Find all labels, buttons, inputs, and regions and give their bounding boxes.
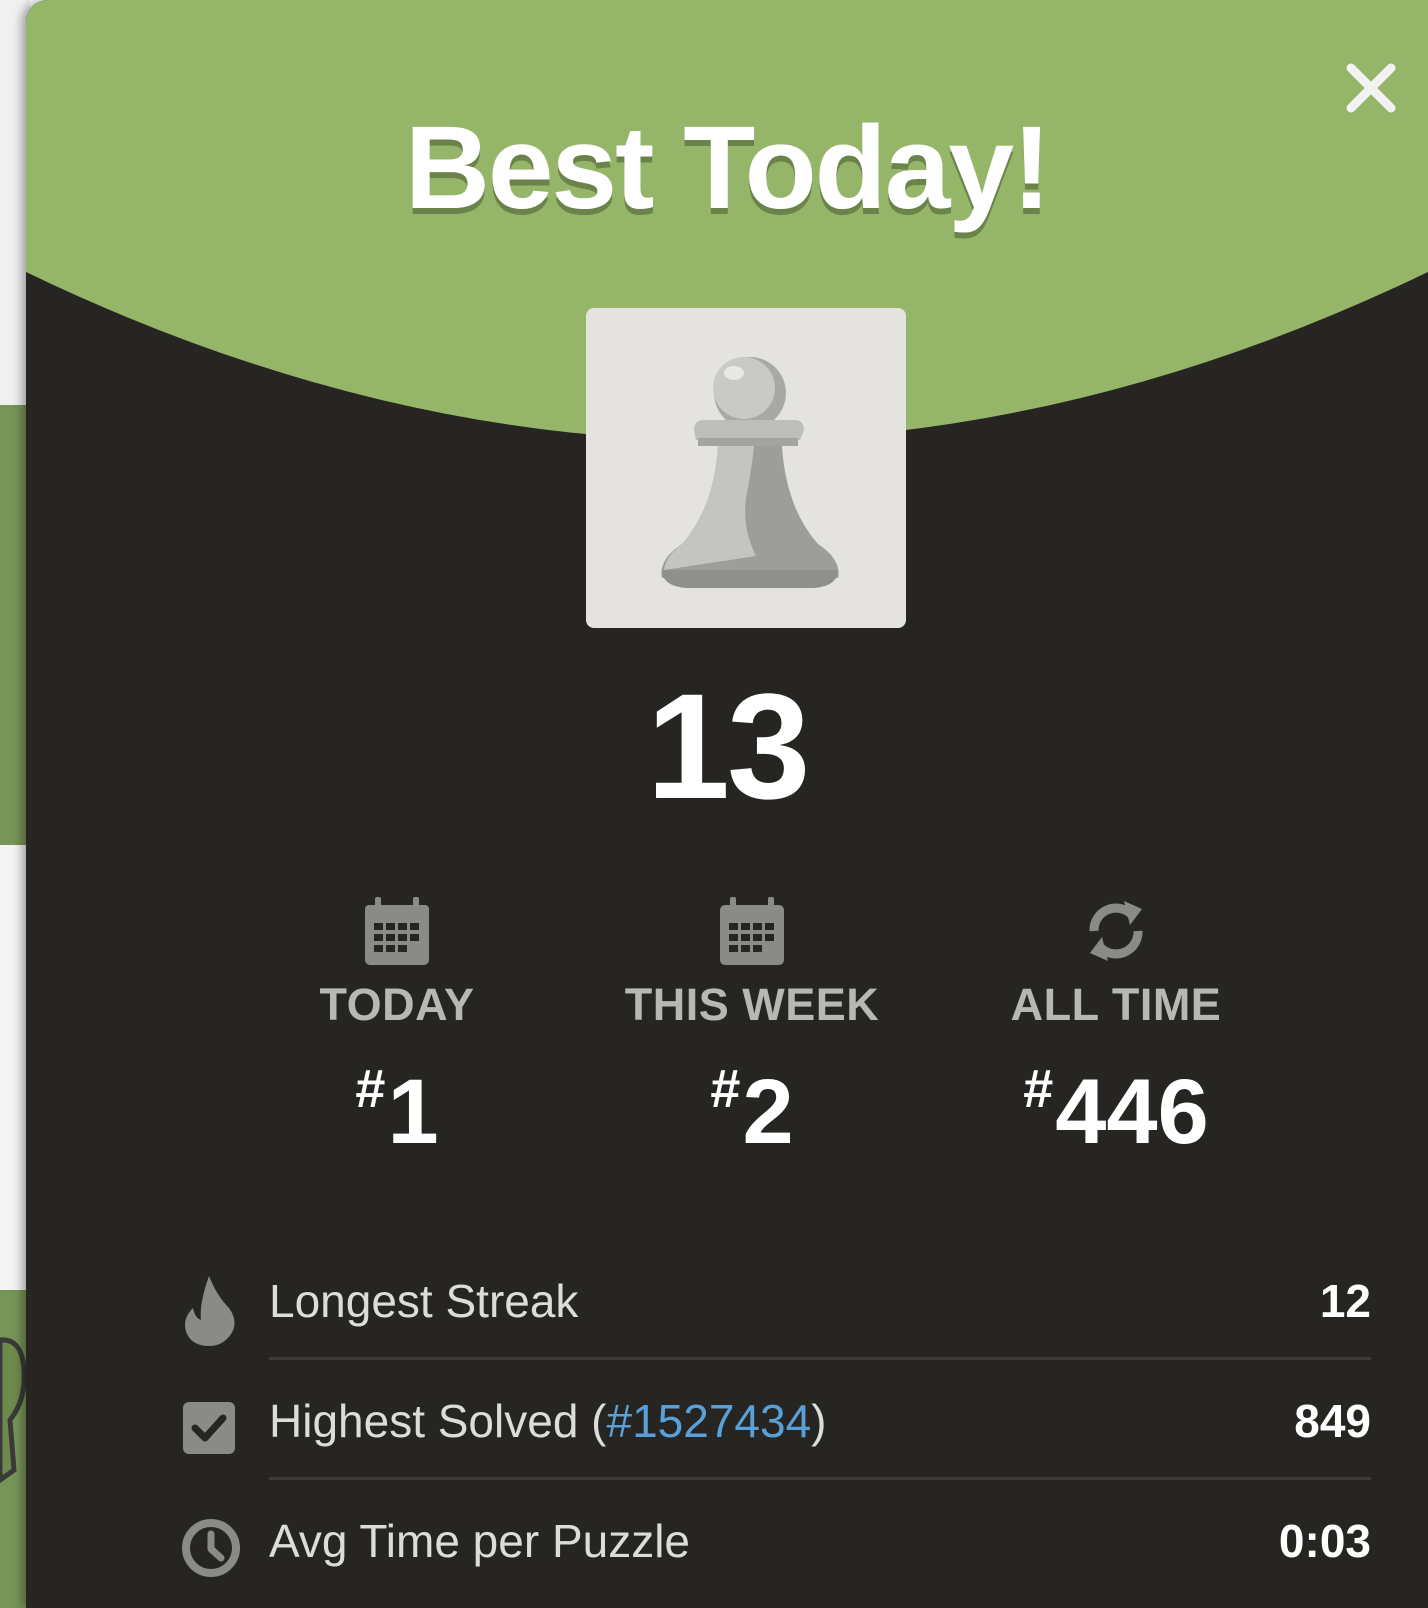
divider xyxy=(269,1477,1371,1480)
rank-this-week: THIS WEEK #2 xyxy=(582,895,922,1162)
rank-all-time: ALL TIME #446 xyxy=(946,895,1286,1162)
rank-label: ALL TIME xyxy=(1010,979,1222,1030)
stat-label: Avg Time per Puzzle xyxy=(269,1515,691,1567)
rank-value: #446 xyxy=(1023,1059,1209,1163)
stat-longest-streak: Longest Streak 12 xyxy=(161,1242,1371,1360)
rank-value: #1 xyxy=(355,1059,439,1163)
stat-value: 849 xyxy=(1294,1395,1371,1447)
pawn-icon xyxy=(661,357,839,588)
divider xyxy=(269,1357,1371,1360)
calendar-icon xyxy=(365,897,429,965)
stat-label: Highest Solved (#1527434) xyxy=(269,1395,827,1447)
close-icon[interactable] xyxy=(1341,58,1401,118)
stat-highest-solved: Highest Solved (#1527434) 849 xyxy=(161,1362,1371,1480)
stat-value: 0:03 xyxy=(1278,1515,1371,1567)
rank-today: TODAY #1 xyxy=(227,895,567,1162)
rank-value: #2 xyxy=(710,1059,794,1163)
stat-avg-time: Avg Time per Puzzle 0:03 xyxy=(161,1482,1371,1600)
puzzle-score: 13 xyxy=(646,662,811,830)
calendar-icon xyxy=(720,897,784,965)
clock-icon xyxy=(182,1519,240,1577)
modal-title: Best Today! xyxy=(404,102,1052,234)
checkbox-icon xyxy=(183,1402,235,1454)
pawn-avatar xyxy=(586,308,906,628)
refresh-icon xyxy=(1089,901,1143,961)
rank-label: THIS WEEK xyxy=(624,979,880,1030)
puzzle-result-modal: Best Today! 13 TODAY #1 THIS WEEK #2 ALL… xyxy=(26,0,1428,1608)
stat-value: 12 xyxy=(1319,1275,1371,1327)
rank-label: TODAY xyxy=(319,979,475,1030)
flame-icon xyxy=(185,1276,235,1346)
puzzle-link[interactable]: #1527434 xyxy=(607,1395,812,1447)
stat-label: Longest Streak xyxy=(269,1275,579,1327)
